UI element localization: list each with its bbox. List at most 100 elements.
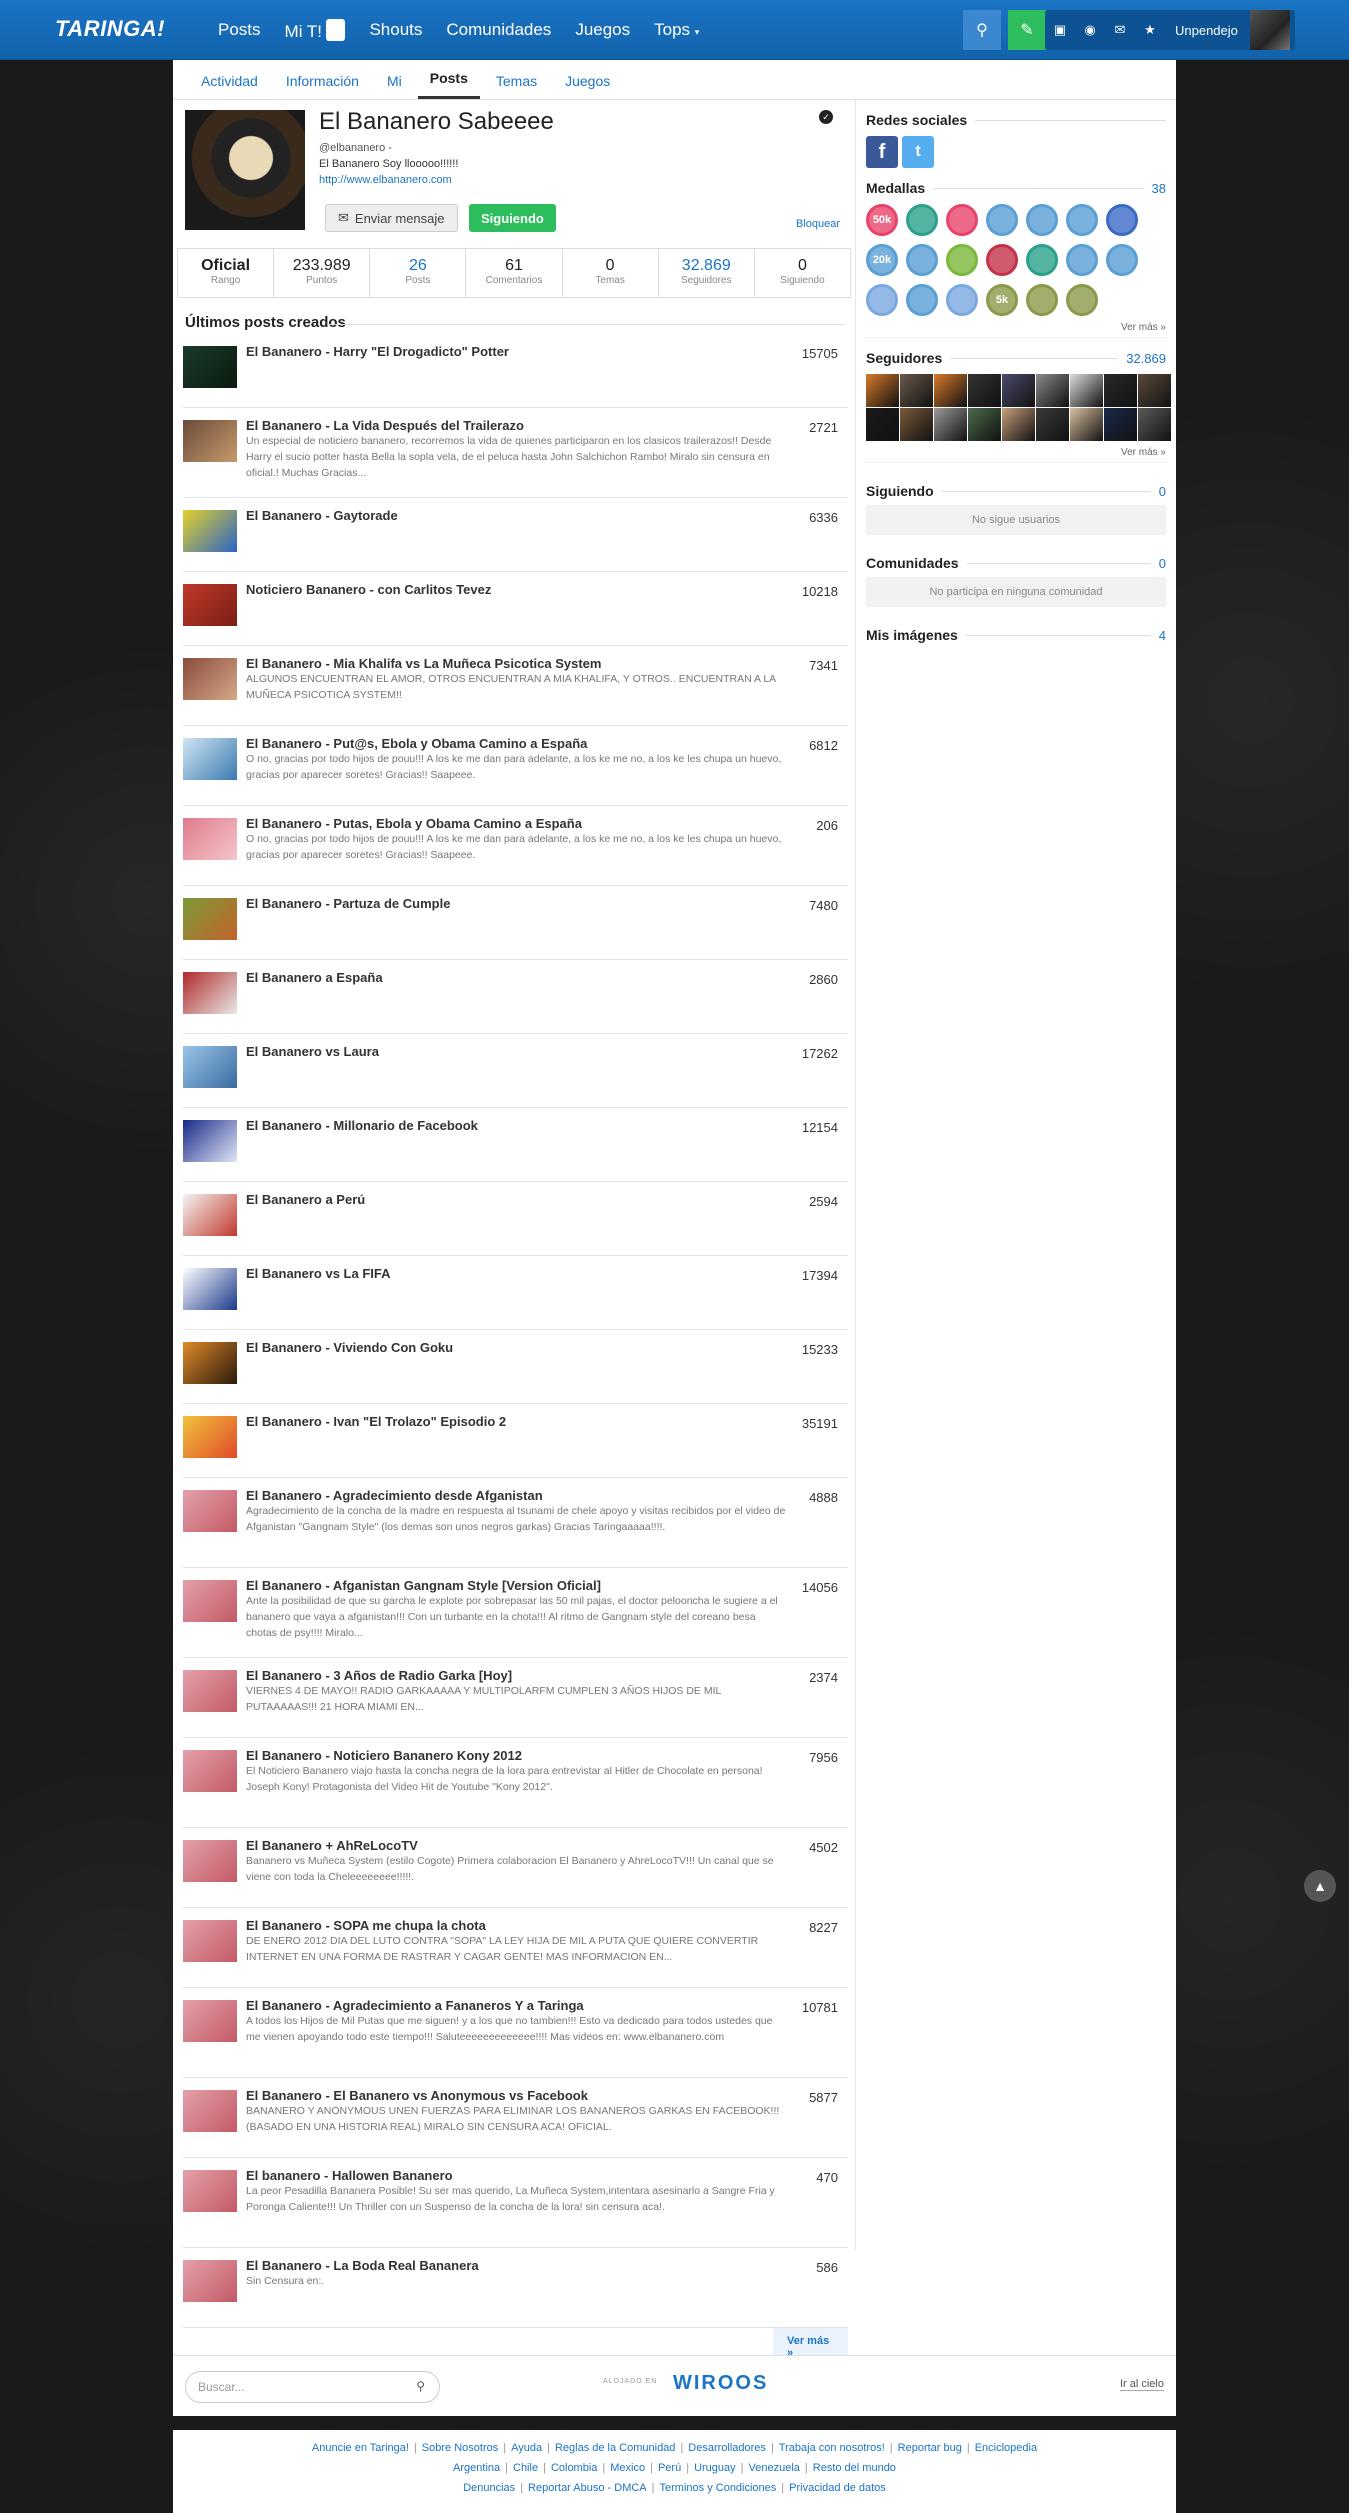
post-item[interactable]: El Bananero - 3 Años de Radio Garka [Hoy… [183,1658,848,1738]
medals-more-link[interactable]: Ver más » [866,322,1166,338]
tab-actividad[interactable]: Actividad [189,73,270,99]
username[interactable]: Unpendejo [1175,23,1238,38]
post-title[interactable]: El Bananero - Afganistan Gangnam Style [… [246,1578,778,1593]
follower-avatar[interactable] [1070,408,1103,441]
post-title[interactable]: El Bananero - Putas, Ebola y Obama Camin… [246,816,778,831]
nav-tops[interactable]: Tops ▾ [654,20,699,40]
medal-badge[interactable] [946,204,978,236]
post-item[interactable]: El Bananero - El Bananero vs Anonymous v… [183,2078,848,2158]
follower-avatar[interactable] [1070,374,1103,407]
post-item[interactable]: El Bananero vs La FIFA 17394 [183,1256,848,1330]
post-item[interactable]: El Bananero - Noticiero Bananero Kony 20… [183,1738,848,1828]
stat-item[interactable]: Oficial Rango [178,249,275,297]
eye-icon[interactable]: ◉ [1075,22,1105,38]
post-thumbnail[interactable] [183,1342,237,1384]
facebook-icon[interactable]: f [866,136,898,168]
star-icon[interactable]: ★ [1135,22,1165,38]
post-item[interactable]: El Bananero - Put@s, Ebola y Obama Camin… [183,726,848,806]
post-title[interactable]: El Bananero - El Bananero vs Anonymous v… [246,2088,778,2103]
post-thumbnail[interactable] [183,2260,237,2302]
follower-avatar[interactable] [866,374,899,407]
footer-link[interactable]: Resto del mundo [813,2462,896,2474]
post-title[interactable]: El Bananero a Perú [246,1192,778,1207]
twitter-icon[interactable]: t [902,136,934,168]
post-title[interactable]: El Bananero - Ivan "El Trolazo" Episodio… [246,1414,778,1429]
footer-link[interactable]: Sobre Nosotros [422,2442,498,2454]
footer-link[interactable]: Reglas de la Comunidad [555,2442,675,2454]
medals-count[interactable]: 38 [1152,181,1166,196]
footer-link[interactable]: Venezuela [749,2462,800,2474]
post-item[interactable]: El Bananero - Millonario de Facebook 1215… [183,1108,848,1182]
medal-badge[interactable] [1066,244,1098,276]
medal-badge[interactable] [1026,244,1058,276]
post-thumbnail[interactable] [183,1268,237,1310]
medal-badge[interactable] [946,284,978,316]
follower-avatar[interactable] [1104,408,1137,441]
stat-item[interactable]: 233.989 Puntos [274,249,371,297]
post-thumbnail[interactable] [183,2170,237,2212]
footer-link[interactable]: Privacidad de datos [789,2482,886,2494]
post-item[interactable]: El Bananero - La Boda Real Bananera 586 Si… [183,2248,848,2328]
medal-badge[interactable]: 5k [986,284,1018,316]
post-item[interactable]: El Bananero - Partuza de Cumple 7480 [183,886,848,960]
followers-count[interactable]: 32.869 [1126,351,1166,366]
tab-mi[interactable]: Mi [375,73,414,99]
post-item[interactable]: El bananero - Hallowen Bananero 470 La peo… [183,2158,848,2248]
post-thumbnail[interactable] [183,658,237,700]
images-count[interactable]: 4 [1159,628,1166,643]
post-thumbnail[interactable] [183,1750,237,1792]
post-item[interactable]: Noticiero Bananero - con Carlitos Tevez 1… [183,572,848,646]
post-title[interactable]: El Bananero - Agradecimiento a Fananeros… [246,1998,778,2013]
footer-link[interactable]: Anuncie en Taringa! [312,2442,409,2454]
post-title[interactable]: El Bananero - 3 Años de Radio Garka [Hoy… [246,1668,778,1683]
post-title[interactable]: El Bananero - Put@s, Ebola y Obama Camin… [246,736,778,751]
followers-more-link[interactable]: Ver más » [866,447,1166,463]
wiroos-logo[interactable]: WIROOS [673,2372,768,2395]
footer-link[interactable]: Uruguay [694,2462,736,2474]
following-button[interactable]: Siguiendo [469,204,556,232]
post-item[interactable]: El Bananero a Perú 2594 [183,1182,848,1256]
post-thumbnail[interactable] [183,420,237,462]
medal-badge[interactable] [1106,244,1138,276]
search-input[interactable]: Buscar... ⚲ [185,2371,440,2403]
follower-avatar[interactable] [934,374,967,407]
post-item[interactable]: El Bananero - Agradecimiento desde Afgan… [183,1478,848,1568]
footer-link[interactable]: Mexico [610,2462,645,2474]
post-thumbnail[interactable] [183,1120,237,1162]
follower-avatar[interactable] [968,408,1001,441]
nav-shouts[interactable]: Shouts [369,20,422,40]
post-item[interactable]: El Bananero + AhReLocoTV 4502 Bananero vs … [183,1828,848,1908]
post-title[interactable]: El Bananero - Gaytorade [246,508,778,523]
follower-avatar[interactable] [1002,374,1035,407]
footer-link[interactable]: Trabaja con nosotros! [779,2442,885,2454]
post-item[interactable]: El Bananero - Gaytorade 6336 [183,498,848,572]
go-top-link[interactable]: Ir al cielo [1119,2378,1164,2391]
stat-item[interactable]: 26 Posts [370,249,467,297]
post-thumbnail[interactable] [183,1920,237,1962]
tab-juegos[interactable]: Juegos [553,73,622,99]
medal-badge[interactable] [906,284,938,316]
post-item[interactable]: El Bananero - Afganistan Gangnam Style [… [183,1568,848,1658]
post-title[interactable]: El Bananero - Mia Khalifa vs La Muñeca P… [246,656,778,671]
post-item[interactable]: El Bananero - SOPA me chupa la chota 8227… [183,1908,848,1988]
post-item[interactable]: El Bananero - Ivan "El Trolazo" Episodio… [183,1404,848,1478]
post-thumbnail[interactable] [183,346,237,388]
footer-link[interactable]: Colombia [551,2462,597,2474]
post-title[interactable]: El Bananero - La Boda Real Bananera [246,2258,778,2273]
footer-link[interactable]: Denuncias [463,2482,515,2494]
search-icon[interactable]: ⚲ [416,2379,425,2393]
medal-badge[interactable] [906,244,938,276]
follower-avatar[interactable] [1036,374,1069,407]
post-title[interactable]: El Bananero - Harry "El Drogadicto" Pott… [246,344,778,359]
post-item[interactable]: El Bananero - Viviendo Con Goku 15233 [183,1330,848,1404]
follower-avatar[interactable] [900,374,933,407]
stat-item[interactable]: 0 Siguiendo [755,249,850,297]
post-title[interactable]: El Bananero vs La FIFA [246,1266,778,1281]
medal-badge[interactable]: 50k [866,204,898,236]
post-title[interactable]: El Bananero a España [246,970,778,985]
medal-badge[interactable] [906,204,938,236]
post-thumbnail[interactable] [183,1194,237,1236]
scroll-top-button[interactable]: ▲ [1304,1870,1336,1902]
taringa-logo[interactable]: TARINGA! [55,16,165,42]
medal-badge[interactable] [986,244,1018,276]
